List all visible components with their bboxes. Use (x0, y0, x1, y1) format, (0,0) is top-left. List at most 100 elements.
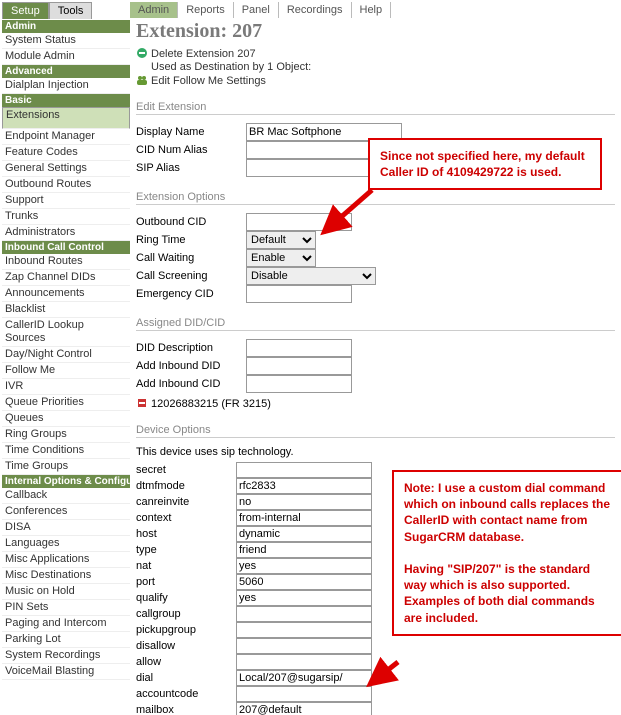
device-allow-label: allow (136, 656, 236, 668)
usage-line: Used as Destination by 1 Object: (151, 61, 615, 73)
did-description-input[interactable] (246, 339, 352, 357)
sidebar-item-disa[interactable]: DISA (2, 520, 130, 536)
device-pickupgroup-input[interactable] (236, 622, 372, 638)
add-inbound-cid-label: Add Inbound CID (136, 378, 246, 390)
emergency-cid-input[interactable] (246, 285, 352, 303)
sidebar-item-time-conditions[interactable]: Time Conditions (2, 443, 130, 459)
callout-caller-id: Since not specified here, my default Cal… (368, 138, 602, 190)
sidebar-item-support[interactable]: Support (2, 193, 130, 209)
sidebar-header: Advanced (2, 65, 130, 78)
sidebar-item-system-recordings[interactable]: System Recordings (2, 648, 130, 664)
device-port-input[interactable] (236, 574, 372, 590)
topmenu-reports[interactable]: Reports (178, 2, 234, 18)
sidebar-item-misc-applications[interactable]: Misc Applications (2, 552, 130, 568)
device-nat-input[interactable] (236, 558, 372, 574)
lefttab-setup[interactable]: Setup (2, 2, 49, 19)
sidebar-item-pin-sets[interactable]: PIN Sets (2, 600, 130, 616)
lefttab-tools[interactable]: Tools (49, 2, 93, 19)
existing-did-line[interactable]: 12026883215 (FR 3215) (136, 397, 615, 410)
sidebar-item-blacklist[interactable]: Blacklist (2, 302, 130, 318)
sidebar-header: Inbound Call Control (2, 241, 130, 254)
device-callgroup-input[interactable] (236, 606, 372, 622)
device-dial-label: dial (136, 672, 236, 684)
sidebar-header: Basic (2, 94, 130, 107)
section-edit-extension: Edit Extension (136, 101, 615, 115)
add-inbound-did-input[interactable] (246, 357, 352, 375)
device-type-input[interactable] (236, 542, 372, 558)
sidebar-item-time-groups[interactable]: Time Groups (2, 459, 130, 475)
add-inbound-did-label: Add Inbound DID (136, 360, 246, 372)
call-waiting-select[interactable]: Enable (246, 249, 316, 267)
sidebar-item-parking-lot[interactable]: Parking Lot (2, 632, 130, 648)
call-screening-select[interactable]: Disable (246, 267, 376, 285)
delete-icon (136, 397, 148, 409)
sidebar-item-zap-channel-dids[interactable]: Zap Channel DIDs (2, 270, 130, 286)
topmenu-admin[interactable]: Admin (130, 2, 178, 18)
sidebar-item-follow-me[interactable]: Follow Me (2, 363, 130, 379)
sidebar-item-trunks[interactable]: Trunks (2, 209, 130, 225)
delete-extension-link[interactable]: Delete Extension 207 (136, 47, 615, 60)
edit-followme-link[interactable]: Edit Follow Me Settings (136, 74, 615, 87)
sidebar-item-announcements[interactable]: Announcements (2, 286, 130, 302)
sidebar-item-feature-codes[interactable]: Feature Codes (2, 145, 130, 161)
sidebar-item-callerid-lookup-sources[interactable]: CallerID Lookup Sources (2, 318, 130, 347)
add-inbound-cid-input[interactable] (246, 375, 352, 393)
existing-did-label: 12026883215 (FR 3215) (151, 398, 271, 410)
sidebar-item-misc-destinations[interactable]: Misc Destinations (2, 568, 130, 584)
section-assigned-did-cid: Assigned DID/CID (136, 317, 615, 331)
device-canreinvite-input[interactable] (236, 494, 372, 510)
device-host-input[interactable] (236, 526, 372, 542)
followme-icon (136, 74, 148, 86)
sidebar-item-general-settings[interactable]: General Settings (2, 161, 130, 177)
sidebar-item-module-admin[interactable]: Module Admin (2, 49, 130, 65)
topmenu-panel[interactable]: Panel (234, 2, 279, 18)
sidebar-item-queue-priorities[interactable]: Queue Priorities (2, 395, 130, 411)
topmenu-help[interactable]: Help (352, 2, 392, 18)
sidebar-item-administrators[interactable]: Administrators (2, 225, 130, 241)
sidebar-item-music-on-hold[interactable]: Music on Hold (2, 584, 130, 600)
display-name-label: Display Name (136, 126, 246, 138)
sidebar-item-outbound-routes[interactable]: Outbound Routes (2, 177, 130, 193)
device-mailbox-input[interactable] (236, 702, 372, 715)
sidebar-item-paging-and-intercom[interactable]: Paging and Intercom (2, 616, 130, 632)
device-host-label: host (136, 528, 236, 540)
sidebar-item-voicemail-blasting[interactable]: VoiceMail Blasting (2, 664, 130, 680)
device-dtmfmode-input[interactable] (236, 478, 372, 494)
sidebar-item-day-night-control[interactable]: Day/Night Control (2, 347, 130, 363)
device-mailbox-label: mailbox (136, 704, 236, 715)
sidebar-item-queues[interactable]: Queues (2, 411, 130, 427)
sidebar-item-ring-groups[interactable]: Ring Groups (2, 427, 130, 443)
sidebar-item-extensions[interactable]: Extensions (2, 107, 130, 129)
sidebar-header: Internal Options & Configurati (2, 475, 130, 488)
device-context-label: context (136, 512, 236, 524)
device-secret-input[interactable] (236, 462, 372, 478)
device-dial-input[interactable] (236, 670, 372, 686)
device-disallow-input[interactable] (236, 638, 372, 654)
sidebar-header: Admin (2, 20, 130, 33)
sidebar-item-dialplan-injection[interactable]: Dialplan Injection (2, 78, 130, 94)
sidebar-item-ivr[interactable]: IVR (2, 379, 130, 395)
device-pickupgroup-label: pickupgroup (136, 624, 236, 636)
sidebar-item-system-status[interactable]: System Status (2, 33, 130, 49)
device-allow-input[interactable] (236, 654, 372, 670)
topmenu-recordings[interactable]: Recordings (279, 2, 352, 18)
edit-followme-label: Edit Follow Me Settings (151, 75, 266, 87)
device-secret-label: secret (136, 464, 236, 476)
emergency-cid-label: Emergency CID (136, 288, 246, 300)
device-qualify-input[interactable] (236, 590, 372, 606)
ring-time-select[interactable]: Default (246, 231, 316, 249)
sidebar-item-callback[interactable]: Callback (2, 488, 130, 504)
device-context-input[interactable] (236, 510, 372, 526)
page-title: Extension: 207 (136, 20, 615, 43)
sidebar-item-conferences[interactable]: Conferences (2, 504, 130, 520)
delete-icon (136, 47, 148, 59)
sidebar-item-languages[interactable]: Languages (2, 536, 130, 552)
sidebar-item-endpoint-manager[interactable]: Endpoint Manager (2, 129, 130, 145)
device-qualify-label: qualify (136, 592, 236, 604)
device-dtmfmode-label: dtmfmode (136, 480, 236, 492)
sidebar-item-inbound-routes[interactable]: Inbound Routes (2, 254, 130, 270)
device-callgroup-label: callgroup (136, 608, 236, 620)
sip-alias-label: SIP Alias (136, 162, 246, 174)
delete-extension-label: Delete Extension 207 (151, 48, 256, 60)
device-accountcode-input[interactable] (236, 686, 372, 702)
